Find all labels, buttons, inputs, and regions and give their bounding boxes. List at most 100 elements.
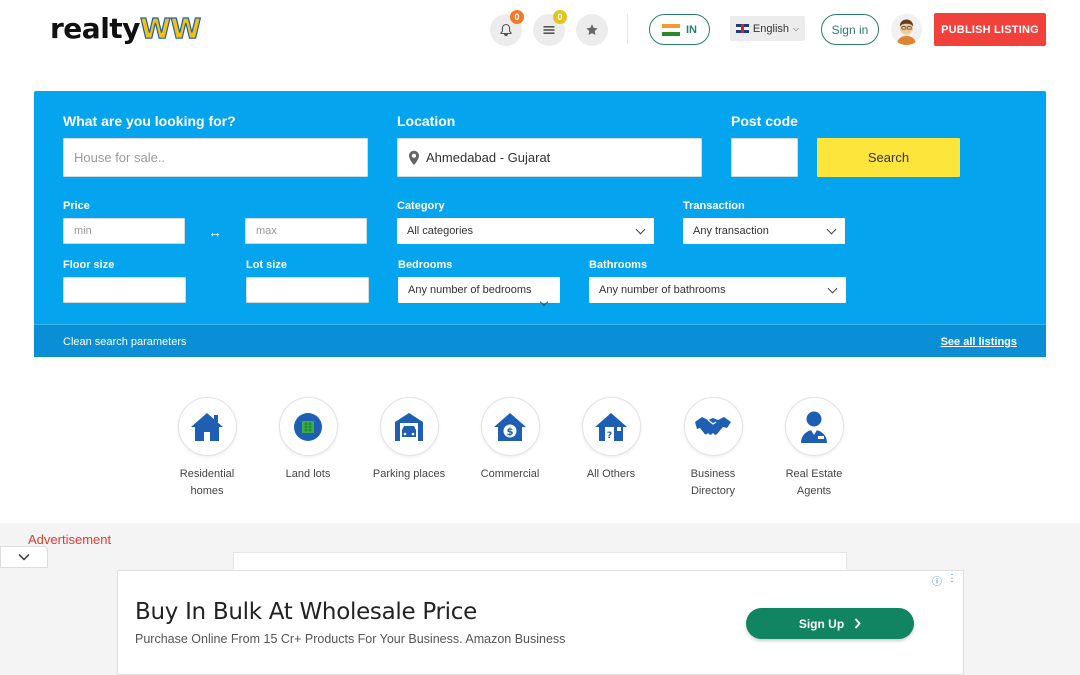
logo-accent: WW (139, 11, 201, 45)
category-circle: ? (581, 397, 641, 456)
category-label-line2: homes (190, 485, 224, 497)
category-label: Real Estate Agents (764, 466, 864, 500)
country-selector[interactable]: IN (649, 14, 710, 45)
category-label: Category (397, 200, 445, 212)
lot-size-input[interactable] (246, 277, 369, 303)
category-commercial[interactable]: $ Commercial (460, 397, 560, 483)
question-house-icon: ? (595, 412, 627, 441)
chevron-down-icon (826, 224, 837, 234)
info-icon[interactable]: ⓘ (932, 573, 942, 588)
category-label-line1: Business (690, 468, 736, 480)
listings-button[interactable]: 0 (533, 10, 567, 46)
category-circle: $ (480, 397, 540, 456)
see-all-listings-link[interactable]: See all listings (941, 336, 1017, 348)
category-parking[interactable]: Parking places (359, 397, 459, 483)
location-input[interactable]: Ahmedabad - Gujarat (397, 138, 702, 177)
floor-size-label: Floor size (63, 259, 115, 271)
language-selector[interactable]: English ⌵ (730, 16, 805, 41)
category-label-line1: Real Estate (785, 468, 843, 480)
user-avatar-icon (891, 14, 922, 45)
category-label: Commercial (460, 466, 560, 483)
more-options-icon[interactable]: ⋮ (947, 573, 957, 588)
header-divider (627, 14, 628, 44)
category-business-directory[interactable]: Business Directory (663, 397, 763, 500)
avatar[interactable] (891, 14, 922, 45)
bedrooms-label: Bedrooms (398, 259, 453, 271)
clean-search-link[interactable]: Clean search parameters (63, 336, 187, 348)
category-residential[interactable]: Residential homes (157, 397, 257, 500)
postcode-input[interactable] (731, 138, 798, 177)
category-circle (177, 397, 237, 456)
garage-icon (395, 412, 423, 441)
ad-card[interactable]: ⓘ ⋮ Buy In Bulk At Wholesale Price Purch… (117, 570, 964, 675)
uk-flag-icon (735, 24, 749, 33)
search-panel: What are you looking for? House for sale… (34, 91, 1046, 357)
price-min-placeholder: min (74, 225, 92, 237)
chevron-down-icon (635, 224, 646, 234)
category-label-line2: Directory (690, 485, 735, 497)
category-land-lots[interactable]: Land lots (258, 397, 358, 483)
commercial-icon: $ (494, 412, 526, 441)
bedrooms-value: Any number of bedrooms (408, 284, 532, 296)
category-circle (683, 397, 743, 456)
location-label: Location (397, 113, 456, 129)
category-circle (784, 397, 844, 456)
listings-badge: 0 (553, 10, 567, 24)
map-pin-icon (409, 150, 419, 165)
notifications-button[interactable]: 0 (490, 10, 524, 46)
category-label-line2: Agents (796, 485, 832, 497)
category-label: Business Directory (663, 466, 763, 500)
category-label-line1: All Others (586, 468, 636, 480)
search-button[interactable]: Search (817, 138, 960, 177)
signin-button[interactable]: Sign in (821, 14, 879, 45)
notifications-badge: 0 (510, 10, 524, 24)
ad-signup-button[interactable]: Sign Up (746, 608, 914, 639)
category-label-line1: Residential (179, 468, 235, 480)
bedrooms-select[interactable]: Any number of bedrooms (398, 277, 560, 303)
svg-text:?: ? (607, 431, 612, 441)
transaction-select[interactable]: Any transaction (683, 218, 845, 244)
list-icon (543, 26, 555, 34)
chevron-right-icon (854, 618, 861, 629)
bathrooms-select[interactable]: Any number of bathrooms (589, 277, 846, 303)
country-code: IN (686, 23, 697, 36)
language-label: English (752, 22, 789, 35)
price-min-input[interactable]: min (63, 218, 185, 244)
price-max-placeholder: max (256, 225, 277, 237)
search-panel-footer: Clean search parameters See all listings (34, 324, 1046, 357)
looking-label: What are you looking for? (63, 113, 236, 129)
chevron-down-icon (18, 553, 30, 561)
category-circle (379, 397, 439, 456)
category-circle (278, 397, 338, 456)
category-agents[interactable]: Real Estate Agents (764, 397, 864, 500)
ad-info[interactable]: ⓘ ⋮ (932, 573, 957, 588)
price-label: Price (63, 200, 90, 212)
category-label-line1: Parking places (372, 468, 446, 480)
house-icon (191, 412, 223, 441)
bell-icon (500, 23, 512, 37)
land-icon (294, 412, 322, 441)
ad-title[interactable]: Buy In Bulk At Wholesale Price (135, 599, 477, 625)
agent-icon (801, 411, 827, 443)
keyword-input[interactable]: House for sale.. (63, 138, 368, 177)
bathrooms-label: Bathrooms (589, 259, 648, 271)
india-flag-icon (662, 23, 680, 36)
favorites-button[interactable] (576, 14, 608, 46)
star-icon (586, 24, 598, 35)
advertisement-label: Advertisement (28, 532, 112, 547)
price-max-input[interactable]: max (245, 218, 367, 244)
range-arrow-icon: ↔ (208, 224, 222, 240)
category-select[interactable]: All categories (397, 218, 654, 244)
site-logo[interactable]: realtyWW (50, 11, 202, 45)
ad-cta-label: Sign Up (798, 616, 845, 631)
keyword-placeholder: House for sale.. (74, 150, 166, 165)
handshake-icon (695, 416, 731, 435)
ad-subtitle: Purchase Online From 15 Cr+ Products For… (135, 632, 566, 646)
chevron-down-icon (827, 283, 838, 293)
ad-collapse-button[interactable] (0, 546, 48, 568)
category-all-others[interactable]: ? All Others (561, 397, 661, 483)
floor-size-input[interactable] (63, 277, 186, 303)
lot-size-label: Lot size (246, 259, 287, 271)
publish-listing-button[interactable]: PUBLISH LISTING (934, 13, 1046, 46)
logo-text: realty (50, 12, 140, 45)
